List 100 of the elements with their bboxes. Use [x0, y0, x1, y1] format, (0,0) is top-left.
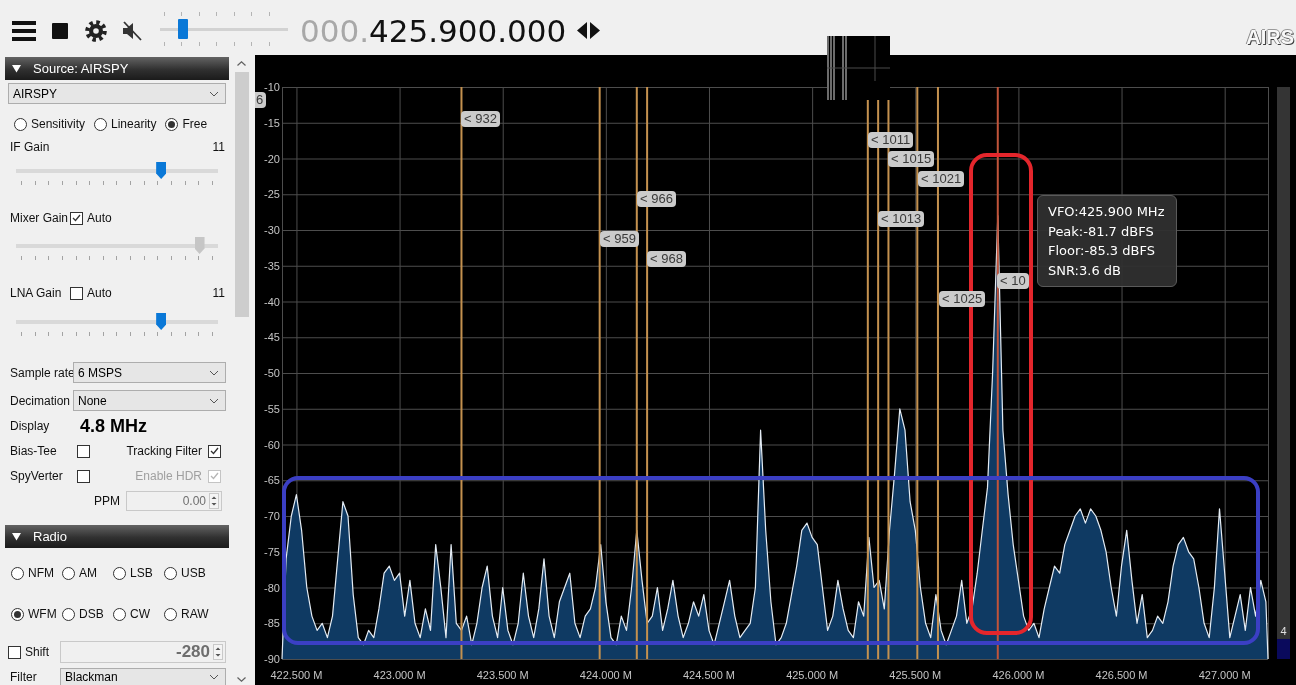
marker-tag[interactable]: < 1025	[939, 291, 986, 307]
axis-label: -55	[264, 402, 280, 415]
radio-label[interactable]: USB	[181, 566, 206, 580]
marker-tag[interactable]: < 968	[647, 251, 686, 267]
triangle-down-icon[interactable]	[12, 532, 21, 541]
field-label: LNA Gain	[10, 286, 63, 300]
radio-button[interactable]	[62, 566, 75, 580]
checkbox[interactable]	[208, 444, 221, 458]
axis-label: 424.000 M	[579, 669, 632, 681]
checkbox[interactable]	[77, 469, 90, 483]
field-label: Filter	[10, 669, 37, 684]
radio-button[interactable]	[164, 607, 177, 621]
checkbox-label[interactable]: Shift	[25, 645, 49, 659]
checkbox[interactable]	[77, 444, 90, 458]
radio-button[interactable]	[164, 566, 177, 580]
radio-label[interactable]: NFM	[28, 566, 54, 580]
radio-label[interactable]: Free	[182, 117, 208, 131]
left-right-arrows-icon[interactable]	[577, 22, 601, 39]
scroll-down-icon[interactable]	[237, 677, 246, 682]
marker-tag[interactable]: < 959	[600, 231, 639, 247]
axis-label: -70	[264, 510, 280, 522]
marker-tag[interactable]: < 966	[637, 191, 676, 207]
logo: AIRS	[1246, 26, 1296, 49]
dropdown[interactable]: Blackman	[60, 668, 226, 685]
axis-label: 425.000 M	[786, 669, 839, 681]
checkbox-label[interactable]: Auto	[87, 286, 112, 300]
tooltip-line: SNR:3.6 dB	[1048, 261, 1122, 280]
radio-button[interactable]	[113, 566, 126, 580]
radio-button[interactable]	[165, 117, 179, 131]
checkbox-label[interactable]: Bias-Tee	[10, 444, 77, 458]
slider-thumb[interactable]	[156, 313, 167, 330]
meter-value: 4	[1280, 625, 1287, 637]
dropdown[interactable]: AIRSPY	[8, 83, 226, 104]
gain-value: 11	[212, 140, 225, 154]
dropdown[interactable]: 6 MSPS	[73, 362, 226, 383]
slider-thumb[interactable]	[156, 162, 167, 179]
slider-thumb[interactable]	[177, 19, 188, 39]
axis-label: -20	[264, 152, 280, 165]
marker-tag[interactable]: < 1011	[868, 132, 914, 148]
axis-label: 426.000 M	[992, 669, 1045, 681]
display-value: 4.8 MHz	[80, 415, 148, 437]
spectrum-display[interactable]	[255, 55, 1296, 685]
tooltip-line: Peak:-81.7 dBFS	[1048, 222, 1155, 241]
axis-label: -90	[264, 653, 280, 665]
axis-label: -80	[264, 581, 280, 594]
marker-tag[interactable]: < 1015	[888, 151, 935, 167]
radio-button[interactable]	[113, 607, 126, 621]
tooltip-line: VFO:425.900 MHz	[1048, 203, 1165, 221]
scroll-up-icon[interactable]	[237, 61, 246, 66]
radio-label[interactable]: Linearity	[111, 117, 157, 131]
axis-label: -85	[264, 617, 280, 630]
axis-label: 423.500 M	[476, 669, 529, 681]
radio-button[interactable]	[14, 117, 27, 131]
field-label: Display	[10, 419, 51, 433]
marker-tag[interactable]: < 1013	[878, 211, 925, 227]
section-header[interactable]: Radio	[5, 525, 229, 548]
radio-button[interactable]	[11, 566, 24, 580]
marker-tag[interactable]: < 932	[461, 111, 500, 127]
chevron-down-icon	[209, 397, 219, 404]
chevron-down-icon	[209, 369, 219, 376]
checkbox[interactable]	[70, 286, 83, 300]
radio-button[interactable]	[62, 607, 75, 621]
axis-label: -45	[264, 331, 280, 344]
radio-label[interactable]: DSB	[79, 607, 104, 621]
marker-tag[interactable]: 6	[255, 92, 267, 108]
checkbox[interactable]	[8, 645, 21, 659]
checkbox-label[interactable]: Tracking Filter	[126, 444, 202, 458]
radio-label[interactable]: WFM	[28, 607, 57, 621]
menu-icon[interactable]	[12, 20, 36, 41]
radio-label[interactable]: RAW	[181, 607, 209, 621]
frequency-display[interactable]: 000.425.900.000	[300, 12, 567, 49]
meter-track[interactable]	[1277, 87, 1290, 659]
radio-button[interactable]	[94, 117, 108, 131]
scrollbar-thumb[interactable]	[234, 72, 249, 317]
number-field[interactable]: -280	[60, 641, 226, 663]
gain-value: 11	[212, 286, 225, 300]
axis-label: -15	[264, 116, 280, 129]
section-header[interactable]: Source: AIRSPY	[5, 57, 229, 80]
radio-label[interactable]: CW	[130, 607, 150, 621]
radio-button[interactable]	[11, 607, 24, 621]
axis-label: -65	[264, 474, 280, 487]
checkbox-label[interactable]: SpyVerter	[10, 469, 77, 483]
radio-label[interactable]: LSB	[130, 566, 153, 580]
spin-arrows-icon[interactable]	[213, 644, 223, 660]
speaker-muted-icon[interactable]	[122, 20, 143, 41]
stop-icon[interactable]	[52, 22, 68, 39]
axis-label: 425.500 M	[889, 669, 942, 681]
radio-label[interactable]: Sensitivity	[31, 117, 86, 131]
dropdown[interactable]: None	[73, 390, 226, 411]
marker-tag[interactable]: < 10	[997, 273, 1029, 289]
axis-label: -40	[264, 295, 280, 308]
triangle-down-icon[interactable]	[12, 64, 21, 73]
axis-label: 427.000 M	[1198, 669, 1251, 681]
radio-label[interactable]: AM	[79, 566, 97, 580]
settings-icon[interactable]	[85, 19, 107, 42]
axis-label: -25	[264, 188, 280, 201]
chevron-down-icon	[209, 90, 219, 97]
marker-tag[interactable]: < 1021	[918, 171, 965, 187]
axis-label: -75	[264, 545, 280, 558]
field-label: Mixer Gain	[10, 211, 69, 225]
